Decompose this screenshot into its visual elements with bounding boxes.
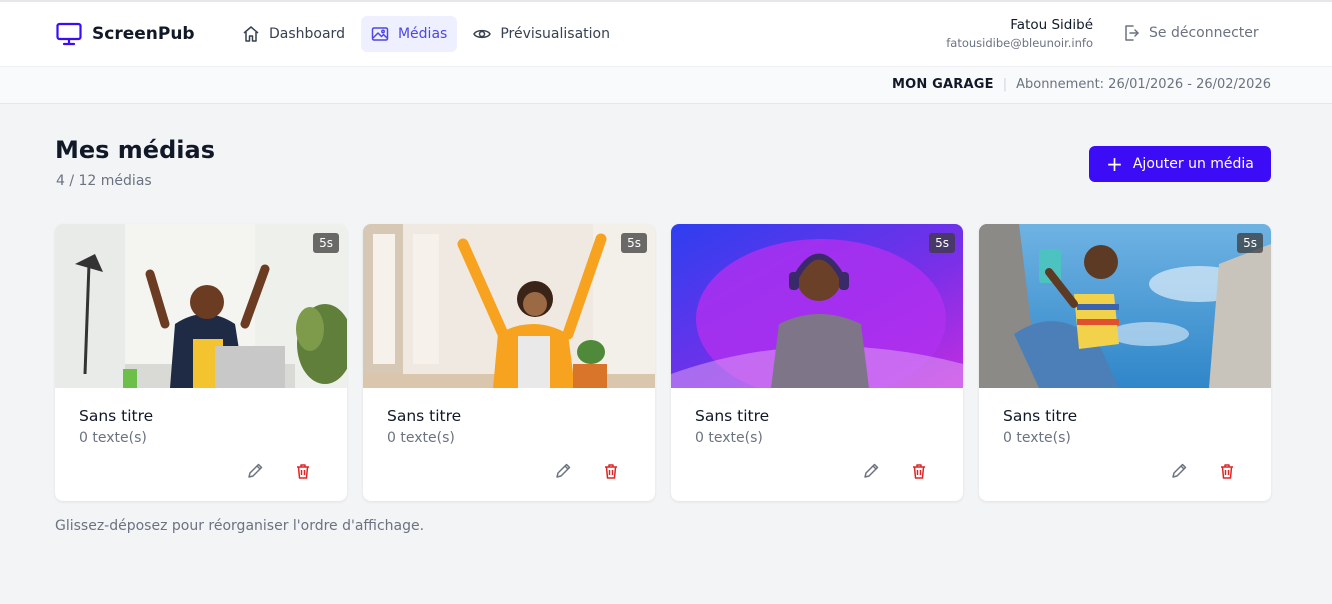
media-title: Sans titre — [695, 407, 770, 425]
trash-icon[interactable] — [293, 461, 313, 481]
subscription-bar: MON GARAGE | Abonnement: 26/01/2026 - 26… — [0, 66, 1332, 104]
thumbnail-image — [363, 224, 655, 388]
media-count: 4 / 12 médias — [56, 173, 152, 189]
reorder-hint: Glissez-déposez pour réorganiser l'ordre… — [55, 518, 425, 534]
add-media-label: Ajouter un média — [1132, 156, 1254, 172]
brand[interactable]: ScreenPub — [56, 22, 195, 46]
media-text-count: 0 texte(s) — [79, 430, 147, 446]
media-text-count: 0 texte(s) — [1003, 430, 1071, 446]
media-card[interactable]: 5s Sans titre 0 texte(s) — [363, 224, 655, 501]
media-thumbnail: 5s — [671, 224, 963, 388]
trash-icon[interactable] — [909, 461, 929, 481]
thumbnail-image — [979, 224, 1271, 388]
nav-label: Dashboard — [269, 26, 345, 42]
edit-icon[interactable] — [861, 461, 881, 481]
media-grid: 5s Sans titre 0 texte(s) 5s Sans titre 0… — [55, 224, 1271, 501]
app-header: ScreenPub Dashboard Médias Prévisualisat… — [0, 2, 1332, 66]
logout-label: Se déconnecter — [1149, 25, 1259, 41]
user-name: Fatou Sidibé — [1010, 17, 1093, 33]
media-text-count: 0 texte(s) — [695, 430, 763, 446]
monitor-icon — [56, 22, 82, 46]
separator: | — [1002, 77, 1008, 92]
brand-name: ScreenPub — [92, 24, 195, 44]
user-email: fatousidibe@bleunoir.info — [946, 36, 1093, 50]
nav-label: Médias — [397, 26, 448, 42]
media-card[interactable]: 5s Sans titre 0 texte(s) — [671, 224, 963, 501]
media-text-count: 0 texte(s) — [387, 430, 455, 446]
trash-icon[interactable] — [1217, 461, 1237, 481]
main-nav: Dashboard Médias Prévisualisation — [232, 16, 620, 52]
thumbnail-image — [55, 224, 347, 388]
subscription-period: Abonnement: 26/01/2026 - 26/02/2026 — [1016, 77, 1271, 92]
edit-icon[interactable] — [245, 461, 265, 481]
trash-icon[interactable] — [601, 461, 621, 481]
user-info: Fatou Sidibé fatousidibe@bleunoir.info — [946, 17, 1093, 50]
thumbnail-image — [671, 224, 963, 388]
nav-label: Prévisualisation — [500, 26, 610, 42]
media-title: Sans titre — [79, 407, 154, 425]
plus-icon: + — [1106, 152, 1123, 176]
media-title: Sans titre — [1003, 407, 1078, 425]
media-thumbnail: 5s — [363, 224, 655, 388]
duration-badge: 5s — [929, 233, 955, 253]
edit-icon[interactable] — [1169, 461, 1189, 481]
edit-icon[interactable] — [553, 461, 573, 481]
home-icon — [243, 26, 259, 42]
media-card[interactable]: 5s Sans titre 0 texte(s) — [55, 224, 347, 501]
media-title: Sans titre — [387, 407, 462, 425]
garage-name: MON GARAGE — [891, 77, 994, 92]
duration-badge: 5s — [1237, 233, 1263, 253]
nav-item-previsualisation[interactable]: Prévisualisation — [463, 16, 620, 52]
nav-item-medias[interactable]: Médias — [360, 16, 458, 52]
logout-icon — [1125, 25, 1139, 41]
page-title: Mes médias — [55, 136, 215, 164]
media-thumbnail: 5s — [55, 224, 347, 388]
add-media-button[interactable]: + Ajouter un média — [1089, 146, 1271, 182]
nav-item-dashboard[interactable]: Dashboard — [232, 16, 355, 52]
eye-icon — [473, 29, 492, 39]
duration-badge: 5s — [313, 233, 339, 253]
duration-badge: 5s — [621, 233, 647, 253]
media-card[interactable]: 5s Sans titre 0 texte(s) — [979, 224, 1271, 501]
logout-button[interactable]: Se déconnecter — [1122, 24, 1259, 42]
media-thumbnail: 5s — [979, 224, 1271, 388]
image-icon — [371, 27, 389, 41]
